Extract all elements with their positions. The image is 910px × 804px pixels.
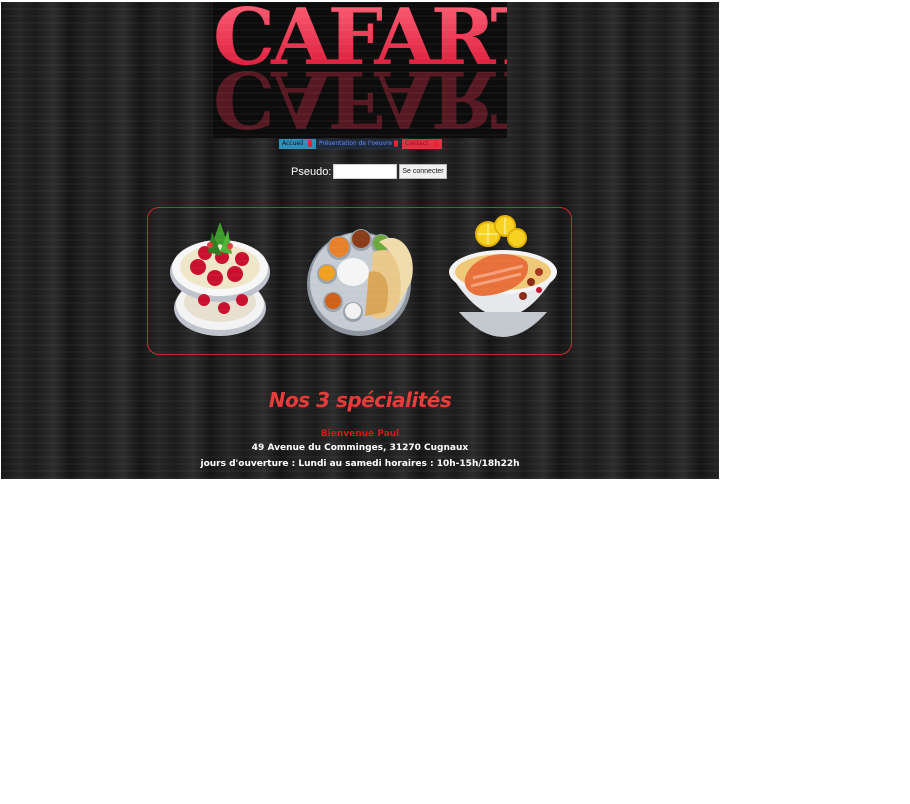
tab-label: Présentation de l'oeuvre — [319, 140, 393, 147]
pseudo-input[interactable] — [333, 164, 398, 179]
carpaccio-plate-icon — [170, 222, 270, 336]
address-text: 49 Avenue du Comminges, 31270 Cugnaux — [251, 443, 469, 453]
logo-reflection: CAFART — [213, 53, 507, 138]
pseudo-label: Pseudo: — [291, 165, 332, 178]
opening-hours-text: jours d'ouverture : Lundi au samedi hora… — [200, 459, 520, 469]
flame-icon — [394, 140, 398, 147]
flame-icon — [434, 140, 438, 147]
specialties-carousel — [147, 207, 572, 355]
thali-platter-icon — [307, 229, 413, 336]
nav-bar: Accueil Présentation de l'oeuvre Contact — [279, 139, 442, 149]
tab-label: Contact — [405, 140, 429, 147]
tab-label: Accueil — [282, 140, 304, 147]
login-form: Pseudo: Se connecter — [291, 164, 447, 179]
site-background: CAFART CAFART Accueil Présentation de l'… — [1, 2, 719, 479]
tab-presentation[interactable]: Présentation de l'oeuvre — [316, 139, 402, 149]
salmon-bowl-icon — [449, 215, 557, 337]
flame-icon — [308, 140, 312, 147]
login-button[interactable]: Se connecter — [399, 164, 447, 179]
page-title: Nos 3 spécialités — [268, 388, 452, 412]
logo: CAFART CAFART — [213, 2, 507, 138]
tab-accueil[interactable]: Accueil — [279, 139, 316, 149]
tab-contact[interactable]: Contact — [402, 139, 442, 149]
welcome-text: Bienvenue Paul — [320, 429, 400, 439]
